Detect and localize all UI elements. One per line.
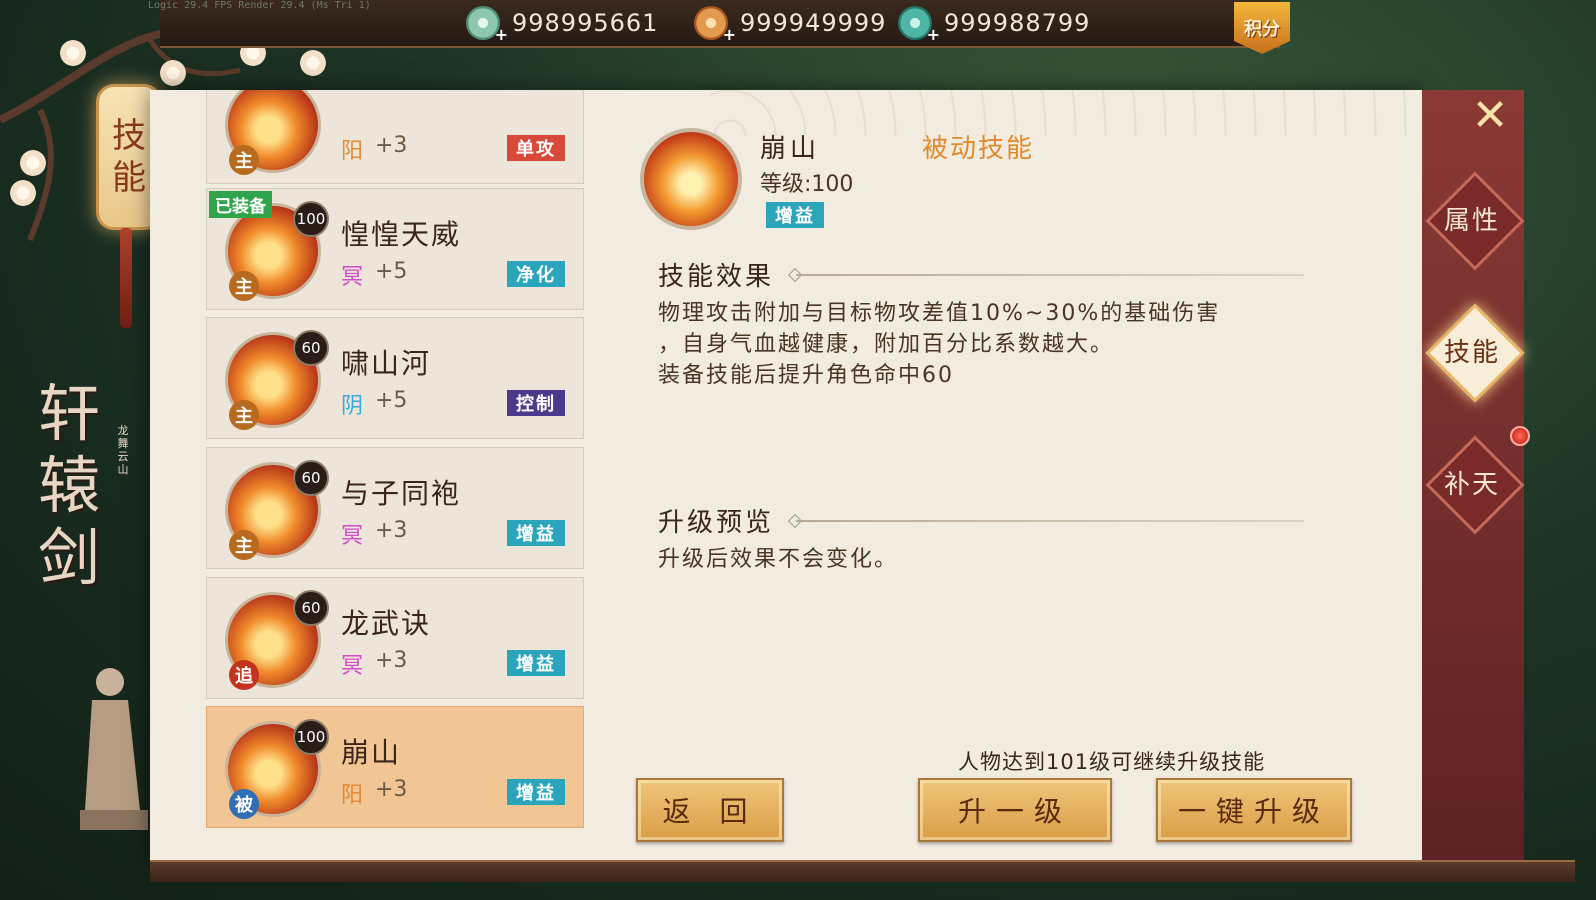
skill-card[interactable]: 100 主 已装备 惶惶天威 冥 +5 净化	[206, 188, 584, 310]
skill-tag: 控制	[507, 390, 565, 416]
skill-type-badge: 主	[229, 145, 259, 175]
tab-butian[interactable]: 补天	[1425, 435, 1525, 535]
effect-section-title: 技能效果	[658, 262, 775, 292]
lantern-char: 能	[112, 158, 146, 198]
skill-bonus: +5	[375, 388, 408, 413]
skill-name: 龙武诀	[341, 607, 432, 640]
dragon-token-icon: +	[898, 6, 940, 44]
blossom-decoration	[60, 40, 86, 66]
copper-coin-icon: +	[694, 6, 736, 44]
monk-statue-decoration	[80, 668, 148, 830]
game-logo-subtitle: 龙舞云山	[117, 424, 129, 476]
skill-bonus: +3	[375, 648, 408, 673]
add-icon: +	[722, 25, 736, 44]
skill-attribute: 冥	[341, 265, 364, 290]
debug-overlay: Logic 29.4 FPS Render 29.4 (Ms Tri 1)	[148, 0, 371, 11]
effect-line: 物理攻击附加与目标物攻差值10%~30%的基础伤害	[658, 301, 1221, 326]
selected-skill-tag: 增益	[766, 202, 824, 228]
blossom-decoration	[20, 150, 46, 176]
selected-skill-kind: 被动技能	[922, 134, 1035, 164]
effect-line: ，自身气血越健康，附加百分比系数越大。	[658, 332, 1115, 357]
tab-skills[interactable]: 技能	[1425, 303, 1525, 403]
skill-tag: 增益	[507, 650, 565, 676]
upgrade-one-button[interactable]: 升一级	[918, 778, 1112, 842]
skill-type-badge: 主	[229, 530, 259, 560]
upgrade-hint: 人物达到101级可继续升级技能	[958, 750, 1266, 774]
skill-card[interactable]: 60 主 与子同袍 冥 +3 增益	[206, 447, 584, 569]
skill-name: 崩山	[341, 736, 402, 769]
skill-type-badge: 追	[229, 660, 259, 690]
skill-bonus: +3	[375, 133, 408, 158]
skill-level-badge: 100	[293, 719, 329, 755]
blossom-decoration	[300, 50, 326, 76]
add-icon: +	[494, 25, 508, 44]
skill-bonus: +3	[375, 777, 408, 802]
tab-attributes[interactable]: 属性	[1425, 171, 1525, 271]
skill-type-badge: 主	[229, 400, 259, 430]
selected-skill-name: 崩山	[760, 134, 821, 164]
skill-name: 惶惶天威	[341, 218, 462, 251]
currency-value: 999949999	[740, 9, 887, 37]
lantern-char: 技	[112, 116, 146, 156]
skill-list[interactable]: 主 阳 +3 单攻 100 主 已装备 惶惶天威 冥 +5 净化 60 主 啸山…	[206, 90, 584, 835]
add-icon: +	[926, 25, 940, 44]
skill-attribute: 阴	[341, 394, 364, 419]
equipped-badge: 已装备	[209, 191, 272, 218]
skill-card[interactable]: 60 追 龙武诀 冥 +3 增益	[206, 577, 584, 699]
tab-label: 技能	[1443, 337, 1500, 368]
section-divider	[796, 520, 1304, 522]
skill-level-badge: 60	[293, 330, 329, 366]
lantern-tassel	[120, 228, 132, 328]
blossom-decoration	[10, 180, 36, 206]
skill-type-badge: 被	[229, 789, 259, 819]
skill-attribute: 阳	[341, 783, 364, 808]
currency-copper[interactable]: + 999949999	[694, 4, 887, 44]
currency-jade[interactable]: + 998995661	[466, 4, 659, 44]
section-divider	[796, 274, 1304, 276]
skill-tag: 单攻	[507, 135, 565, 161]
skill-card[interactable]: 60 主 啸山河 阴 +5 控制	[206, 317, 584, 439]
upgrade-section-title: 升级预览	[658, 508, 775, 538]
currency-value: 999988799	[944, 9, 1091, 37]
skill-attribute: 阳	[341, 139, 364, 164]
skill-attribute: 冥	[341, 654, 364, 679]
skill-level-badge: 60	[293, 590, 329, 626]
selected-skill-icon	[640, 128, 742, 230]
effect-line: 装备技能后提升角色命中60	[658, 363, 954, 388]
skill-tag: 增益	[507, 520, 565, 546]
skill-card-selected[interactable]: 100 被 崩山 阳 +3 增益	[206, 706, 584, 828]
skill-level-badge: 100	[293, 201, 329, 237]
blossom-decoration	[160, 60, 186, 86]
skill-name: 啸山河	[341, 347, 432, 380]
skill-bonus: +3	[375, 518, 408, 543]
skill-card[interactable]: 主 阳 +3 单攻	[206, 90, 584, 184]
tab-label: 属性	[1443, 205, 1500, 236]
upgrade-all-button[interactable]: 一键升级	[1156, 778, 1352, 842]
skill-attribute: 冥	[341, 524, 364, 549]
skill-name: 与子同袍	[341, 477, 462, 510]
bottom-rail-decoration	[150, 860, 1575, 882]
currency-value: 998995661	[512, 9, 659, 37]
skill-level-badge: 60	[293, 460, 329, 496]
selected-skill-level: 等级:100	[760, 172, 854, 197]
game-logo: 轩辕剑	[38, 377, 101, 594]
back-button[interactable]: 返 回	[636, 778, 784, 842]
effect-description: 物理攻击附加与目标物攻差值10%~30%的基础伤害 ，自身气血越健康，附加百分比…	[658, 298, 1220, 391]
currency-dragon-token[interactable]: + 999988799	[898, 4, 1091, 44]
skill-type-badge: 主	[229, 271, 259, 301]
tab-label: 补天	[1443, 469, 1500, 500]
jade-coin-icon: +	[466, 6, 508, 44]
skill-tag: 净化	[507, 261, 565, 287]
notification-dot	[1510, 426, 1530, 446]
upgrade-description: 升级后效果不会变化。	[658, 547, 899, 572]
skill-tag: 增益	[507, 779, 565, 805]
close-button[interactable]: ✕	[1470, 94, 1510, 138]
skill-bonus: +5	[375, 259, 408, 284]
